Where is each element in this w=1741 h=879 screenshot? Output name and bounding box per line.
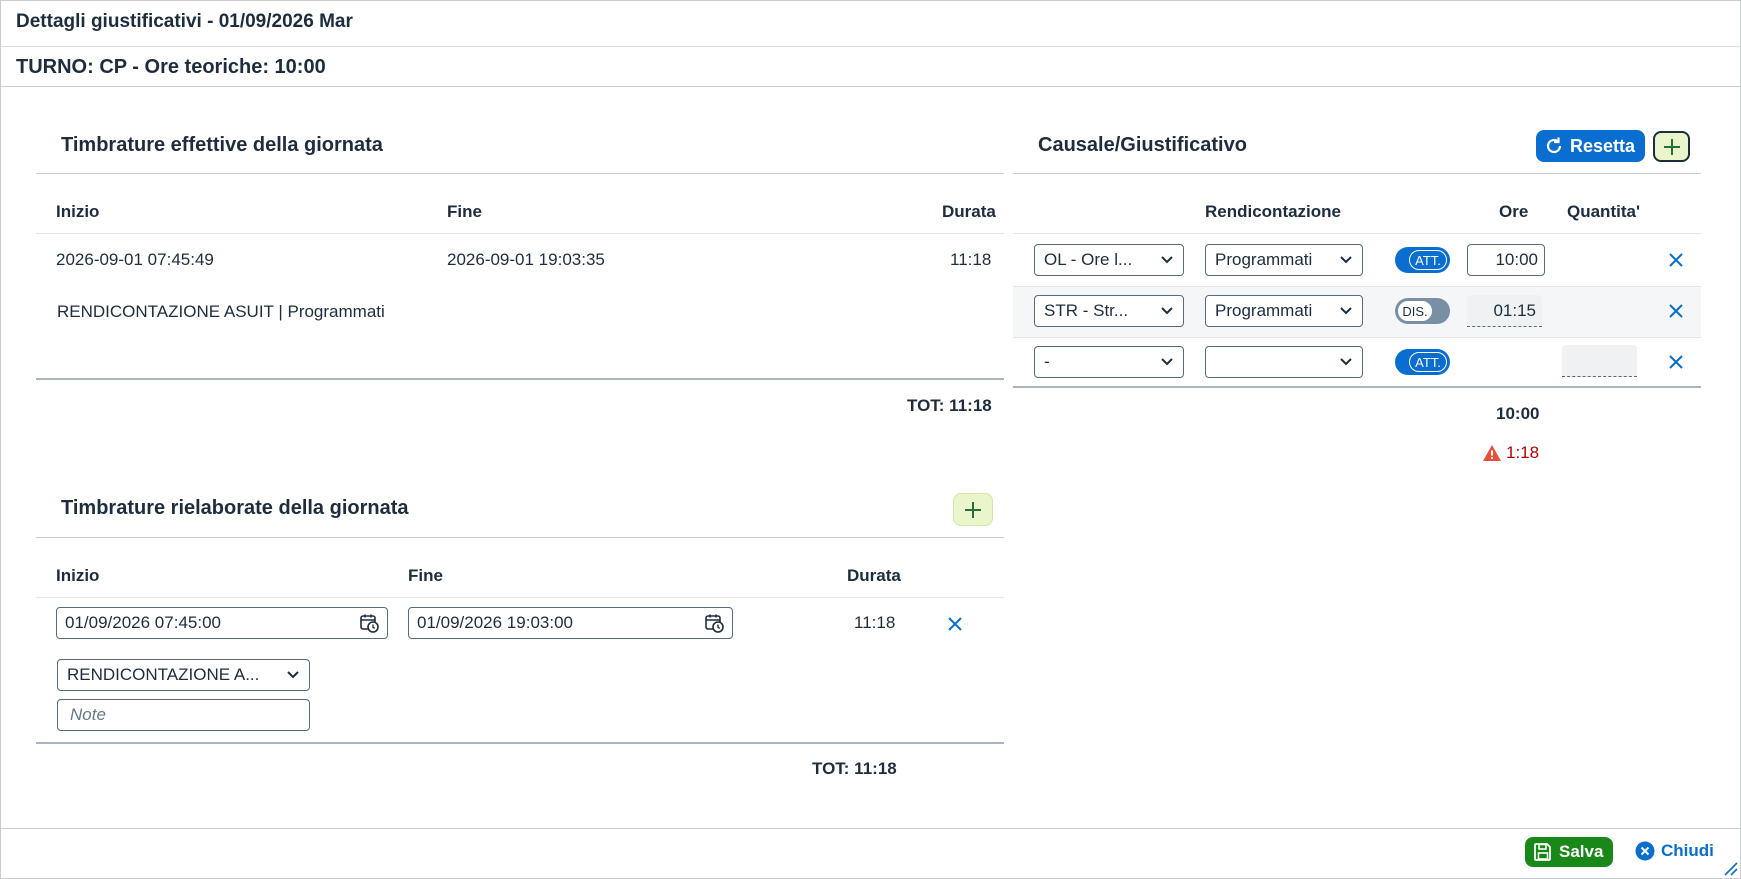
ore-input-2[interactable]: 01:15 (1467, 295, 1542, 327)
ore-input-1[interactable]: 10:00 (1467, 244, 1545, 276)
effettive-col-inizio: Inizio (56, 202, 100, 221)
effettive-col-fine: Fine (447, 202, 482, 221)
rielaborate-fine-input[interactable]: 01/09/2026 19:03:00 (408, 607, 733, 639)
rendicontazione-select[interactable]: RENDICONTAZIONE A... (57, 659, 310, 691)
dialog-title: Dettagli giustificativi - 01/09/2026 Mar (16, 11, 353, 32)
causale-total: 10:00 (1496, 404, 1540, 423)
chevron-down-icon (1340, 358, 1352, 366)
dialog (0, 0, 1741, 879)
close-circle-icon (1635, 841, 1655, 861)
header-divider (0, 46, 1741, 47)
causale-col-quantita: Quantita' (1567, 202, 1640, 221)
effettive-total: TOT: 11:18 (907, 396, 992, 415)
close-button-label: Chiudi (1661, 841, 1714, 860)
causale-title: Causale/Giustificativo (1038, 134, 1247, 156)
effettive-header-divider (36, 233, 1004, 234)
reset-button[interactable]: Resetta (1536, 130, 1646, 162)
save-button[interactable]: Salva (1525, 837, 1614, 867)
chevron-down-icon (1161, 358, 1173, 366)
note-placeholder: Note (70, 705, 106, 724)
rielaborate-col-durata: Durata (847, 566, 901, 585)
delete-row-icon[interactable] (1667, 251, 1685, 269)
resize-handle-icon[interactable] (1722, 860, 1738, 876)
effettive-col-durata: Durata (942, 202, 996, 221)
chevron-down-icon (1161, 256, 1173, 264)
ore-value-2: 01:15 (1493, 300, 1536, 320)
plus-icon (1663, 138, 1680, 155)
toggle-label: ATT. (1409, 250, 1447, 270)
causale-select-1[interactable]: OL - Ore l... (1034, 244, 1184, 276)
rielaborate-header-divider (36, 597, 1004, 598)
close-button[interactable]: Chiudi (1635, 841, 1714, 861)
note-input[interactable]: Note (57, 699, 310, 731)
calendar-clock-icon[interactable] (704, 613, 724, 633)
rielaborate-inizio-value: 01/09/2026 07:45:00 (65, 613, 221, 632)
causale-select-1-value: OL - Ore l... (1044, 250, 1133, 269)
att-toggle-3[interactable]: ATT. (1395, 349, 1450, 375)
causale-select-2[interactable]: STR - Str... (1034, 295, 1184, 327)
rendicontazione-select-2[interactable]: Programmati (1205, 295, 1363, 327)
add-timbratura-button[interactable] (953, 493, 993, 526)
att-toggle-2[interactable]: DIS. (1395, 298, 1450, 324)
refresh-icon (1546, 137, 1562, 154)
hours-warning-value: 1:18 (1506, 443, 1540, 462)
rielaborate-inizio-input[interactable]: 01/09/2026 07:45:00 (56, 607, 388, 639)
chevron-down-icon (1340, 256, 1352, 264)
causale-select-2-value: STR - Str... (1044, 301, 1129, 320)
turno-info: TURNO: CP - Ore teoriche: 10:00 (16, 56, 326, 78)
calendar-clock-icon[interactable] (359, 613, 379, 633)
rendicontazione-select-2-value: Programmati (1215, 301, 1313, 320)
rielaborate-total: TOT: 11:18 (812, 759, 897, 778)
subheader-divider (0, 86, 1741, 87)
causale-select-3-value: - (1044, 352, 1050, 371)
chevron-down-icon (1340, 307, 1352, 315)
effettive-row-note: RENDICONTAZIONE ASUIT | Programmati (57, 302, 385, 321)
chevron-down-icon (287, 671, 299, 679)
causale-row-divider (1013, 337, 1701, 338)
toggle-label: ATT. (1409, 352, 1447, 372)
rendicontazione-select-1[interactable]: Programmati (1205, 244, 1363, 276)
delete-row-icon[interactable] (1667, 302, 1685, 320)
chevron-down-icon (1161, 307, 1173, 315)
ore-value-1: 10:00 (1495, 250, 1538, 269)
causale-header-divider (1013, 233, 1701, 234)
hours-warning: 1:18 (1482, 443, 1539, 463)
delete-row-icon[interactable] (1667, 353, 1685, 371)
reset-button-label: Resetta (1570, 135, 1636, 156)
quantita-input-3[interactable] (1562, 345, 1637, 377)
effettive-table-bottom (36, 378, 1004, 380)
plus-icon (965, 501, 981, 518)
effettive-row-fine: 2026-09-01 19:03:35 (447, 250, 605, 269)
add-causale-button[interactable] (1653, 131, 1690, 162)
rielaborate-col-fine: Fine (408, 566, 443, 585)
rielaborate-row-durata: 11:18 (854, 613, 896, 632)
save-icon (1534, 843, 1551, 861)
rendicontazione-select-1-value: Programmati (1215, 250, 1313, 269)
rendicontazione-select-3[interactable] (1205, 346, 1363, 378)
save-button-label: Salva (1559, 842, 1604, 861)
rendicontazione-select-value: RENDICONTAZIONE A... (67, 665, 260, 684)
att-toggle-1[interactable]: ATT. (1395, 247, 1450, 273)
rielaborate-title: Timbrature rielaborate della giornata (61, 497, 409, 519)
effettive-row-durata: 11:18 (950, 250, 992, 269)
rielaborate-col-inizio: Inizio (56, 566, 100, 585)
rielaborate-table-bottom (36, 742, 1004, 744)
causale-table-bottom (1013, 386, 1701, 388)
causale-select-3[interactable]: - (1034, 346, 1184, 378)
rielaborate-fine-value: 01/09/2026 19:03:00 (417, 613, 573, 632)
delete-row-icon[interactable] (946, 615, 964, 633)
effettive-title: Timbrature effettive della giornata (61, 134, 383, 156)
warning-icon (1483, 445, 1501, 461)
causale-col-rendicontazione: Rendicontazione (1205, 202, 1342, 221)
causale-title-divider (1013, 173, 1701, 174)
effettive-title-divider (36, 173, 1004, 174)
rielaborate-title-divider (36, 537, 1004, 538)
causale-col-ore: Ore (1499, 202, 1529, 221)
effettive-row-inizio: 2026-09-01 07:45:49 (56, 250, 214, 269)
toggle-label: DIS. (1397, 300, 1433, 322)
footer-divider (0, 828, 1741, 829)
